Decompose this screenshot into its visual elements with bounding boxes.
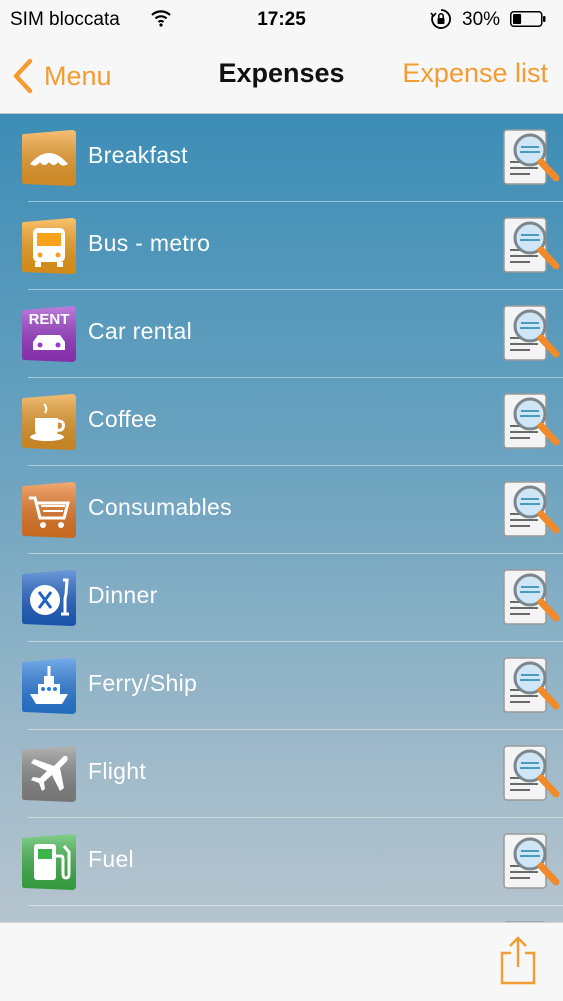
expense-label: Fuel: [88, 846, 134, 872]
croissant-icon: [22, 130, 76, 186]
expense-row[interactable]: Dinner: [0, 554, 563, 642]
battery-icon: [510, 11, 546, 27]
battery-percent: 30%: [462, 9, 501, 30]
detail-magnifier-icon[interactable]: [500, 742, 562, 804]
expense-row[interactable]: Consumables: [0, 466, 563, 554]
bus-icon: [22, 218, 76, 274]
expense-row[interactable]: Bus - metro: [0, 202, 563, 290]
detail-magnifier-icon[interactable]: [500, 302, 562, 364]
expense-label: Car rental: [88, 318, 192, 344]
dinner-icon: [22, 570, 76, 626]
detail-magnifier-icon[interactable]: [500, 654, 562, 716]
detail-magnifier-icon[interactable]: [500, 830, 562, 892]
expense-label: Bus - metro: [88, 230, 211, 256]
expense-row[interactable]: Breakfast: [0, 114, 563, 202]
expense-row[interactable]: Flight: [0, 730, 563, 818]
svg-text:RENT: RENT: [29, 311, 70, 328]
expense-row[interactable]: Fuel: [0, 818, 563, 906]
expense-label: Ferry/Ship: [88, 670, 198, 696]
expense-label: Consumables: [88, 494, 232, 520]
airplane-icon: [22, 746, 76, 802]
ship-icon: [22, 658, 76, 714]
detail-magnifier-icon[interactable]: [500, 390, 562, 452]
expense-label: Coffee: [88, 406, 158, 432]
expense-list-button[interactable]: Expense list: [402, 58, 548, 89]
navigation-bar: Menu Expenses Expense list: [0, 40, 563, 114]
detail-magnifier-icon[interactable]: [500, 214, 562, 276]
bottom-toolbar: [0, 922, 563, 1001]
shopping-cart-icon: [22, 482, 76, 538]
status-bar: SIM bloccata 17:25 30%: [0, 0, 563, 40]
fuel-pump-icon: [22, 834, 76, 890]
orientation-lock-icon: [430, 9, 451, 29]
expense-label: Dinner: [88, 582, 158, 608]
detail-magnifier-icon[interactable]: [500, 478, 562, 540]
detail-magnifier-icon[interactable]: [500, 566, 562, 628]
expense-row[interactable]: RENT Car rental: [0, 290, 563, 378]
detail-magnifier-icon[interactable]: [500, 126, 562, 188]
rent-car-icon: RENT: [22, 306, 76, 362]
expense-category-list[interactable]: Breakfast Bus - metro RENT Car rental Coffee…: [0, 114, 563, 922]
expense-label: Flight: [88, 758, 147, 784]
share-icon[interactable]: [498, 935, 538, 987]
expense-row[interactable]: Coffee: [0, 378, 563, 466]
expense-label: Breakfast: [88, 142, 188, 168]
expense-row[interactable]: Ferry/Ship: [0, 642, 563, 730]
coffee-cup-icon: [22, 394, 76, 450]
expense-row[interactable]: [0, 906, 563, 922]
